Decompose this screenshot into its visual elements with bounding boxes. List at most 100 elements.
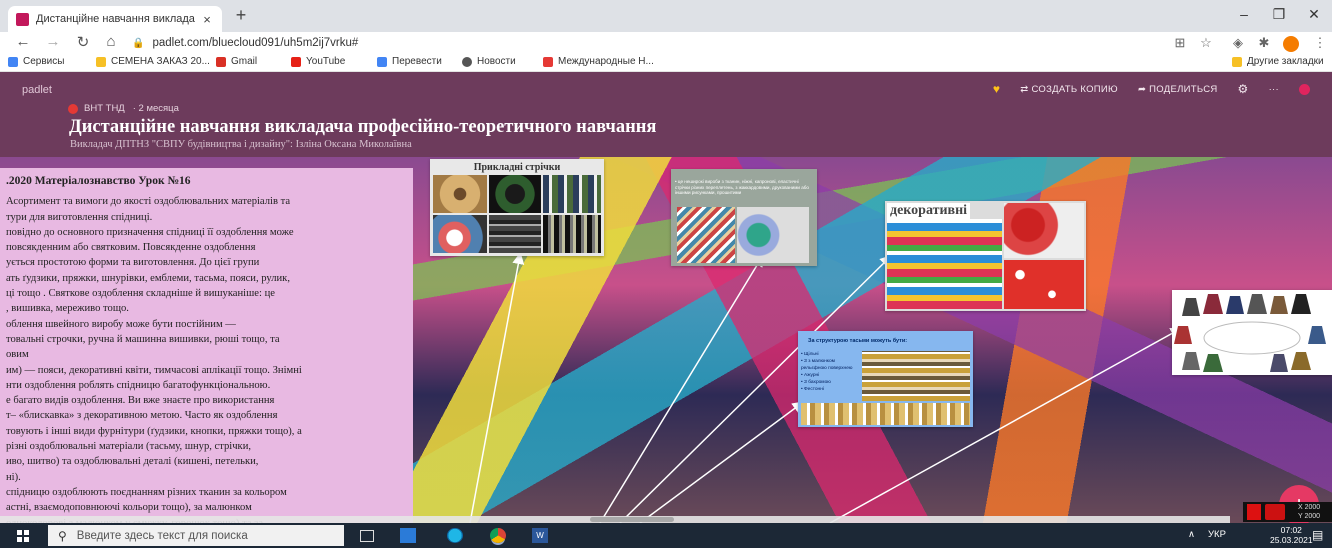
reload-icon[interactable]: ↻ — [72, 33, 94, 51]
decorative-caption: декоративні — [887, 203, 971, 219]
ribbon-roll-photo — [489, 175, 541, 213]
lesson-line: , вишивка, мереживо тощо. — [6, 303, 129, 315]
notifications-icon[interactable]: ▤ — [1312, 528, 1323, 542]
red-fabric-photo — [1004, 260, 1084, 309]
bookmark-international[interactable]: Международные Н... — [543, 56, 654, 67]
applied-ribbons-card[interactable]: Прикладні стрічки — [430, 159, 604, 256]
ribbon-roll-photo — [433, 175, 487, 213]
lesson-line: повсякденним або святковим. Повсякденне … — [6, 242, 256, 254]
windows-start-icon[interactable] — [17, 530, 29, 542]
back-arrow-icon[interactable]: ← — [12, 33, 34, 50]
braid-type-item: • З з малюнком рельєфною поверхнею — [801, 359, 853, 371]
apps-grid-icon — [8, 56, 18, 67]
gmail-icon — [216, 56, 226, 67]
youtube-icon — [291, 56, 301, 67]
lesson-line: облення швейного виробу може бути постій… — [6, 318, 236, 330]
lesson-line: ці тощо . Святкове оздоблення складніше … — [6, 288, 275, 300]
lesson-line: ні). — [6, 471, 21, 483]
heart-icon[interactable]: ♥ — [993, 82, 1000, 96]
lesson-line: нти оздоблення роблять спідницю багатофу… — [6, 379, 271, 391]
lesson-line: е багато видів оздоблення. Ви вже знаєте… — [6, 395, 275, 407]
edge-browser-icon[interactable] — [447, 528, 463, 543]
bookmark-gmail[interactable]: Gmail — [216, 56, 257, 67]
lesson-line: товальні строчки, ручна й машинна вишивк… — [6, 333, 280, 345]
lesson-line: ать ґудзики, пряжки, шнурівки, емблеми, … — [6, 272, 290, 284]
taskbar-clock[interactable]: 07:02 25.03.2021 — [1270, 525, 1313, 545]
braid-type-item: • Ажурні — [801, 373, 820, 378]
lesson-line: т– «блискавка» з декоративною метою. Час… — [6, 410, 278, 422]
extension-shield-icon[interactable]: ◈ — [1228, 35, 1248, 51]
forward-arrow-icon[interactable]: → — [42, 33, 64, 50]
bookmarks-bar: Сервисы СЕМЕНА ЗАКАЗ 20... Gmail YouTube… — [0, 54, 1332, 72]
overlay-red-icon — [1247, 504, 1261, 520]
horizontal-scrollbar-thumb[interactable] — [590, 517, 674, 522]
lesson-line: овим — [6, 349, 29, 361]
tab-close-icon[interactable]: × — [200, 12, 214, 27]
skirts-collage-card[interactable] — [1172, 290, 1332, 375]
new-tab-button[interactable]: + — [230, 5, 252, 26]
window-minimize-button[interactable]: – — [1232, 6, 1256, 22]
braid-samples-photo — [801, 403, 970, 425]
header-actions: ♥ ⇄ СОЗДАТЬ КОПИЮ ➦ ПОДЕЛИТЬСЯ ⚙ ··· — [993, 82, 1310, 96]
taskbar-search-box[interactable]: ⚲ Введите здесь текст для поиска — [48, 525, 344, 546]
window-close-button[interactable]: ✕ — [1302, 6, 1326, 23]
address-bar-row: ← → ↻ ⌂ 🔒 padlet.com/bluecloud091/uh5m2i… — [0, 32, 1332, 54]
home-icon[interactable]: ⌂ — [100, 33, 122, 50]
braid-type-item: • Фестонні — [801, 387, 824, 392]
red-ribbon-rolls-photo — [1004, 203, 1084, 258]
padlet-favicon-icon — [16, 12, 29, 26]
bookmark-translate[interactable]: Перевести — [377, 56, 442, 67]
translate-icon — [377, 56, 387, 67]
tab-title: Дистанційне навчання виклада — [36, 13, 195, 25]
ribbon-photo — [489, 215, 541, 253]
lesson-body: Асортимент та вимоги до якості оздоблюва… — [6, 194, 413, 523]
search-placeholder: Введите здесь текст для поиска — [76, 529, 248, 542]
author-name: ВНТ ТНД — [84, 103, 125, 114]
copy-button[interactable]: ⇄ СОЗДАТЬ КОПИЮ — [1020, 84, 1118, 95]
padlet-logo[interactable]: padlet — [22, 84, 52, 96]
folder-icon — [96, 56, 106, 67]
lesson-line: ується простотою форми та виготовлення. … — [6, 257, 260, 269]
ribbons-description-text: • це неширокі вироби з тканин, ніжні, ка… — [675, 179, 809, 195]
braid-type-item: • З бахромою — [801, 380, 831, 385]
bookmark-semena[interactable]: СЕМЕНА ЗАКАЗ 20... — [96, 56, 210, 67]
clock-time: 07:02 — [1280, 525, 1302, 535]
ribbon-photo — [543, 215, 601, 253]
url-field[interactable]: 🔒 padlet.com/bluecloud091/uh5m2ij7vrku# — [132, 34, 1152, 52]
bookmark-news[interactable]: Новости — [462, 56, 516, 67]
braid-types-list: • Щільні • З з малюнком рельєфною поверх… — [801, 351, 861, 393]
browser-tab-active[interactable]: Дистанційне навчання виклада × — [8, 6, 222, 32]
ribbon-rolls-photo — [433, 215, 487, 253]
ribbons-description-card[interactable]: • це неширокі вироби з тканин, ніжні, ка… — [671, 169, 817, 266]
task-view-icon[interactable] — [360, 530, 374, 542]
arrow-to-card1 — [469, 252, 525, 523]
skirts-collage-image — [1174, 294, 1326, 372]
bookmark-youtube[interactable]: YouTube — [291, 56, 345, 67]
browser-menu-icon[interactable]: ⋮ — [1310, 35, 1330, 51]
chrome-browser-icon[interactable] — [490, 528, 506, 543]
lesson-line: повідно до основного призначення спідниц… — [6, 226, 294, 238]
profile-avatar[interactable] — [1283, 36, 1299, 52]
tray-expand-icon[interactable]: ∧ — [1188, 529, 1195, 540]
browser-tab-bar: Дистанційне навчання виклада × + – ❐ ✕ — [0, 0, 1332, 32]
user-avatar[interactable] — [1299, 83, 1310, 95]
word-icon[interactable]: W — [532, 528, 548, 543]
extensions-puzzle-icon[interactable]: ✱ — [1254, 35, 1274, 51]
file-explorer-icon[interactable] — [400, 528, 416, 543]
author-avatar — [68, 103, 78, 114]
settings-gear-icon[interactable]: ⚙ — [1238, 82, 1249, 96]
news-icon — [462, 56, 472, 67]
bookmark-star-icon[interactable]: ☆ — [1196, 35, 1216, 51]
bookmark-other[interactable]: Другие закладки — [1232, 56, 1324, 67]
lesson-text-card[interactable]: .2020 Матеріалознавство Урок №16 Асортим… — [0, 168, 413, 523]
window-maximize-button[interactable]: ❐ — [1267, 6, 1291, 23]
bookmark-apps[interactable]: Сервисы — [8, 56, 64, 67]
share-button[interactable]: ➦ ПОДЕЛИТЬСЯ — [1138, 84, 1218, 95]
wall-subtitle: Викладач ДПТНЗ "СВПУ будівництва і дизай… — [70, 139, 412, 150]
decorative-ribbons-card[interactable]: декоративні — [885, 201, 1086, 311]
more-button[interactable]: ··· — [1269, 84, 1279, 95]
url-text: padlet.com/bluecloud091/uh5m2ij7vrku# — [152, 37, 359, 49]
language-indicator[interactable]: УКР — [1208, 529, 1226, 540]
translate-icon[interactable]: ⊞ — [1170, 35, 1190, 51]
braid-structure-card[interactable]: За структурою тасьми можуть бути: • Щіль… — [798, 331, 973, 427]
